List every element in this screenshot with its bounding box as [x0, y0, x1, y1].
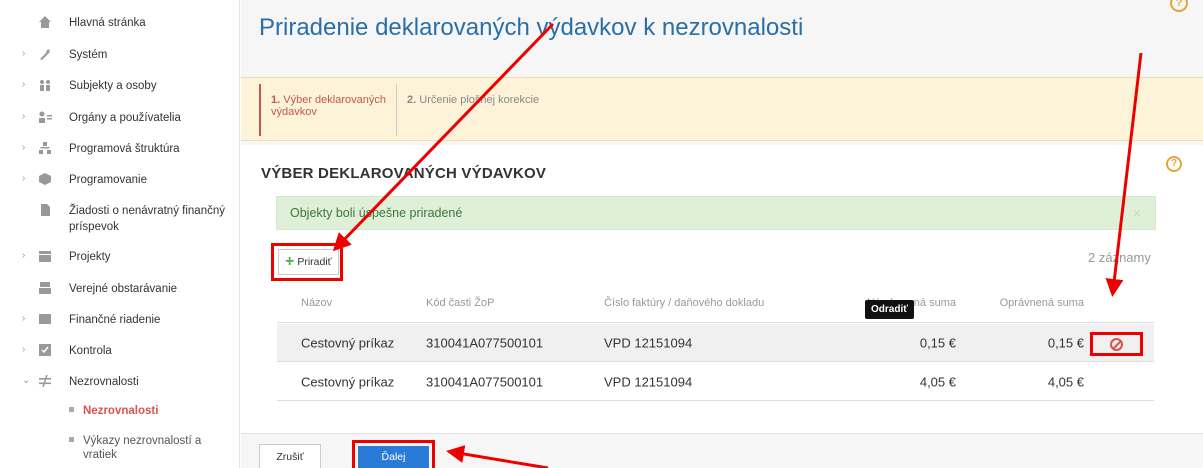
chevron-right-icon: ›	[22, 48, 26, 59]
column-header[interactable]: Číslo faktúry / daňového dokladu	[604, 297, 764, 309]
close-icon[interactable]: ×	[1133, 205, 1141, 221]
sidebar-subitem-reports[interactable]: Výkazy nezrovnalostí a vratiek	[69, 434, 234, 462]
column-header[interactable]: Kód časti ŽoP	[426, 297, 494, 309]
help-icon[interactable]: ?	[1166, 156, 1182, 172]
next-button[interactable]: Ďalej	[358, 446, 429, 468]
sidebar-item-label: Projekty	[69, 251, 111, 263]
chevron-right-icon: ›	[22, 313, 26, 324]
table-cell: 310041A077500101	[426, 335, 544, 350]
chevron-right-icon: ›	[22, 344, 26, 355]
bullet-icon	[69, 437, 74, 443]
cubes-icon	[38, 172, 52, 186]
table-cell: 4,05 €	[919, 374, 956, 389]
column-header[interactable]: Oprávnená suma	[1000, 297, 1084, 309]
help-icon[interactable]: ?	[1170, 0, 1188, 12]
not-equal-icon	[38, 374, 52, 388]
bullet-icon	[69, 407, 74, 413]
sidebar-item-label: Systém	[69, 49, 108, 61]
sidebar-item-label: Programovanie	[69, 174, 147, 186]
table-cell: VPD 12151094	[604, 335, 693, 350]
table-cell: VPD 12151094	[604, 374, 693, 389]
sidebar-item-label: Nezrovnalosti	[69, 376, 139, 388]
success-alert: Objekty boli úspešne priradené ×	[276, 196, 1156, 230]
chevron-right-icon: ›	[22, 142, 26, 153]
sidebar-item-label: Žiadosti o nenávratný finančný príspevok	[69, 205, 225, 233]
finance-icon	[38, 312, 52, 326]
table-cell: Cestovný príkaz	[301, 374, 395, 389]
folder-icon	[38, 249, 52, 263]
tray-icon	[38, 281, 52, 295]
table-row[interactable]: Cestovný príkaz 310041A077500101 VPD 121…	[277, 324, 1154, 362]
sidebar-item-label: Hlavná stránka	[69, 17, 146, 29]
table-header: Názov Kód časti ŽoP Číslo faktúry / daňo…	[277, 284, 1154, 323]
people-icon	[38, 78, 52, 92]
table-row[interactable]: Cestovný príkaz 310041A077500101 VPD 121…	[277, 363, 1154, 401]
sidebar-item-label: Programová štruktúra	[69, 143, 180, 155]
chevron-right-icon: ›	[22, 79, 26, 90]
chevron-right-icon: ›	[22, 111, 26, 122]
selection-panel: VÝBER DEKLAROVANÝCH VÝDAVKOV ? Objekty b…	[241, 145, 1203, 433]
sidebar-item-label: Verejné obstarávanie	[69, 283, 178, 295]
record-count: 2 záznamy	[1088, 250, 1151, 265]
alert-message: Objekty boli úspešne priradené	[290, 206, 463, 220]
ban-icon	[1110, 337, 1123, 351]
table-cell: 4,05 €	[1047, 374, 1084, 389]
cancel-button[interactable]: Zrušiť	[259, 444, 321, 468]
wizard-steps: 1. Výber deklarovaných výdavkov 2. Určen…	[241, 77, 1203, 141]
sidebar-subitem-irregularities[interactable]: Nezrovnalosti	[69, 404, 234, 418]
sidebar-item-label: Finančné riadenie	[69, 314, 161, 326]
sidebar-item-label: Subjekty a osoby	[69, 80, 157, 92]
checkbox-icon	[38, 343, 52, 357]
home-icon	[38, 15, 52, 29]
table-cell: 0,15 €	[919, 335, 956, 350]
annotation-highlight-box: Ďalej	[352, 440, 435, 468]
document-icon	[38, 203, 52, 217]
assign-button[interactable]: + Priradiť	[278, 249, 339, 275]
wrench-icon	[38, 47, 52, 61]
table-cell: 310041A077500101	[426, 374, 544, 389]
column-header[interactable]: Názov	[301, 297, 332, 309]
chevron-right-icon: ›	[22, 173, 26, 184]
main-content: Priradenie deklarovaných výdavkov k nezr…	[241, 0, 1203, 468]
unassign-button[interactable]	[1090, 332, 1143, 356]
chevron-right-icon: ›	[22, 250, 26, 261]
sidebar: Hlavná stránka › Systém › Subjekty a oso…	[0, 0, 240, 468]
section-title: VÝBER DEKLAROVANÝCH VÝDAVKOV	[261, 165, 547, 182]
tooltip: Odradiť	[865, 300, 915, 319]
sitemap-icon	[38, 141, 52, 155]
wizard-step-1[interactable]: 1. Výber deklarovaných výdavkov	[259, 84, 389, 136]
sidebar-item-label: Kontrola	[69, 345, 112, 357]
sidebar-item-label: Orgány a používatelia	[69, 112, 181, 124]
wizard-step-2[interactable]: 2. Určenie plošnej korekcie	[396, 84, 546, 136]
table-cell: 0,15 €	[1047, 335, 1084, 350]
plus-icon: +	[285, 253, 295, 270]
page-title: Priradenie deklarovaných výdavkov k nezr…	[259, 14, 804, 41]
form-footer: Zrušiť Ďalej	[241, 433, 1203, 468]
chevron-down-icon: ⌄	[22, 375, 31, 386]
table-cell: Cestovný príkaz	[301, 335, 395, 350]
users-icon	[38, 110, 52, 124]
